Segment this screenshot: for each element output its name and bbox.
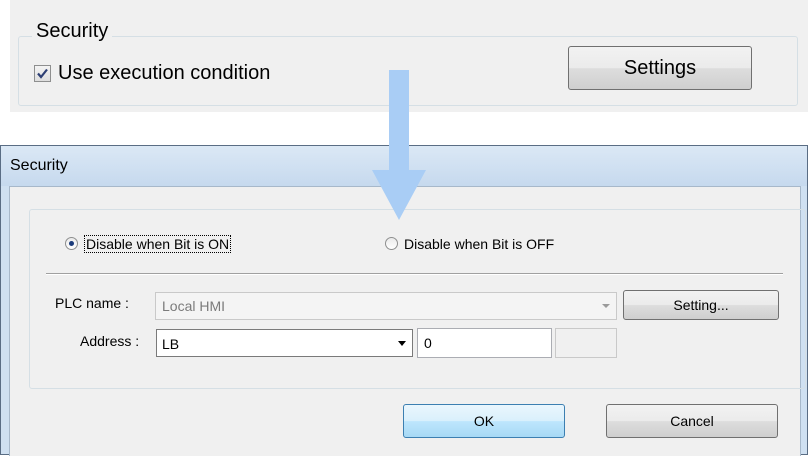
address-value-input[interactable]: 0 xyxy=(417,328,552,358)
plc-name-label: PLC name : xyxy=(55,295,129,311)
setting-button[interactable]: Setting... xyxy=(623,290,779,320)
arrow-down-icon xyxy=(372,70,426,220)
disable-when-off-label[interactable]: Disable when Bit is OFF xyxy=(404,236,554,252)
radio-selected-dot xyxy=(69,241,74,246)
disable-when-on-radio[interactable] xyxy=(65,237,78,250)
chevron-down-icon xyxy=(602,304,610,308)
settings-button[interactable]: Settings xyxy=(568,46,752,90)
address-label: Address : xyxy=(80,333,140,349)
address-extra-field xyxy=(555,328,617,358)
address-device-value: LB xyxy=(162,336,180,352)
use-execution-condition-checkbox[interactable] xyxy=(34,65,51,82)
address-value-text: 0 xyxy=(424,335,432,351)
dialog-title: Security xyxy=(10,157,68,174)
cancel-button[interactable]: Cancel xyxy=(606,404,778,438)
disable-when-off-radio[interactable] xyxy=(385,237,398,250)
plc-name-value: Local HMI xyxy=(162,298,226,314)
plc-name-dropdown[interactable]: Local HMI xyxy=(155,292,617,320)
disable-when-on-label[interactable]: Disable when Bit is ON xyxy=(84,235,232,253)
chevron-down-icon xyxy=(398,341,406,346)
checkmark-icon xyxy=(37,68,48,79)
dialog-body: Disable when Bit is ON Disable when Bit … xyxy=(9,186,806,456)
separator-line xyxy=(46,273,783,275)
ok-button[interactable]: OK xyxy=(403,404,565,438)
security-group-title: Security xyxy=(32,20,113,43)
use-execution-condition-label[interactable]: Use execution condition xyxy=(58,62,270,85)
address-device-dropdown[interactable]: LB xyxy=(156,329,413,357)
